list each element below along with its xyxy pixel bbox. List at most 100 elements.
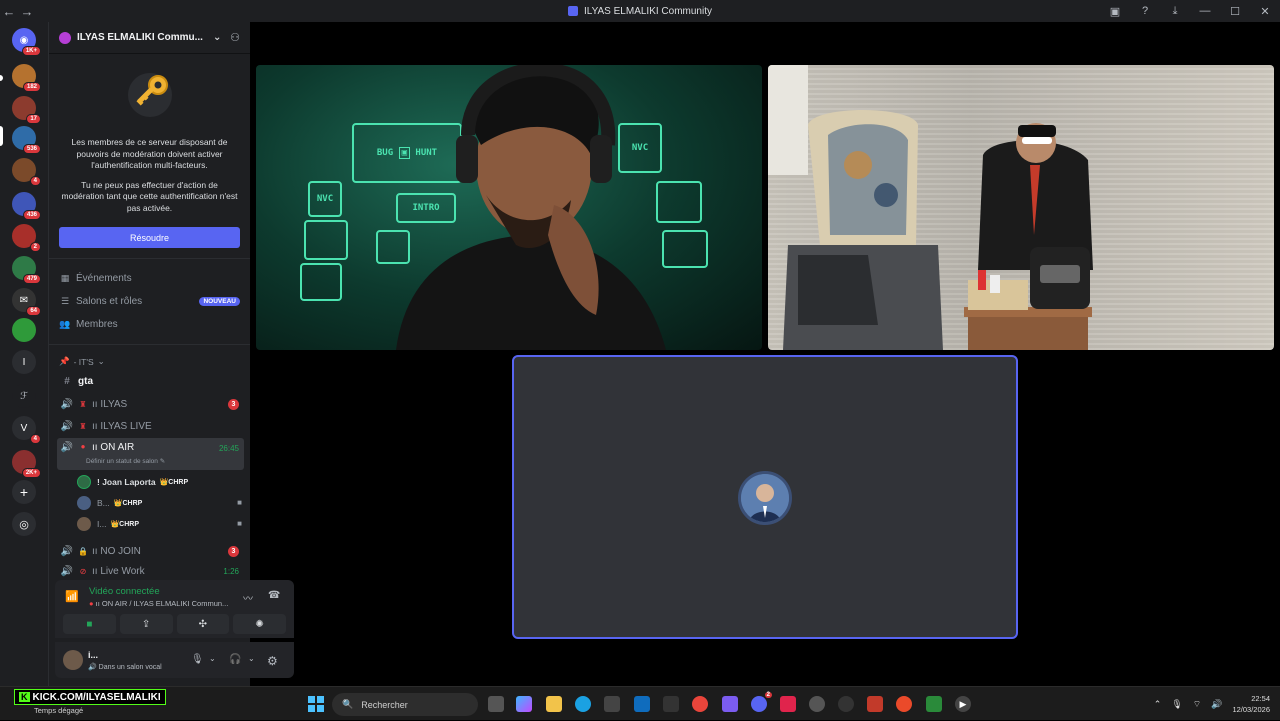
channel-no-join[interactable]: 🔊 🔒 ıı NO JOIN 3: [57, 541, 244, 561]
voice-location[interactable]: ● ıı ON AIR / ILYAS ELMALIKI Commun...: [89, 599, 228, 608]
discover-icon[interactable]: ◎: [12, 512, 36, 536]
channel-ilyas[interactable]: 🔊 ♜ ıı ILYAS 3: [57, 394, 244, 414]
taskbar-search[interactable]: 🔍 Rechercher: [332, 693, 478, 716]
settings-gear-icon[interactable]: ⚙: [267, 654, 278, 668]
channels-roles-link[interactable]: ☰ Salons et rôles NOUVEAU: [59, 292, 240, 310]
app-icon[interactable]: [896, 696, 912, 712]
server-item[interactable]: [12, 318, 36, 342]
voice-member[interactable]: ! Joan Laporta 👑CHRP: [77, 472, 242, 491]
edge-icon[interactable]: [575, 696, 591, 712]
direct-messages-icon[interactable]: ◉ 1K+: [12, 28, 41, 56]
weather-widget[interactable]: Temps dégagé: [34, 706, 83, 715]
set-channel-status[interactable]: Définir un statut de salon ✎: [86, 457, 165, 465]
invite-member-icon[interactable]: ⚇: [230, 31, 240, 44]
title-bar: ← → ILYAS ELMALIKI Community ▣ ? ⤓ — ☐ ✕: [0, 0, 1280, 22]
microphone-icon[interactable]: 🎙: [1171, 699, 1182, 710]
server-item[interactable]: 436: [12, 192, 41, 220]
video-tile-streamer[interactable]: BUG ▣ HUNT NVC INTRO NVC: [256, 65, 762, 350]
server-item[interactable]: 536: [12, 126, 41, 154]
channel-name: ON AIR: [100, 442, 135, 453]
avatar: [77, 495, 91, 510]
chevron-down-icon[interactable]: ⌄: [248, 654, 255, 663]
server-item[interactable]: 2: [12, 224, 41, 252]
app-icon[interactable]: [838, 696, 854, 712]
volume-icon[interactable]: 🔊: [1211, 699, 1222, 710]
inbox-icon[interactable]: ▣: [1100, 5, 1130, 18]
download-icon[interactable]: ⤓: [1160, 5, 1190, 18]
headphones-icon[interactable]: 🎧: [229, 654, 241, 665]
channel-live-work[interactable]: 🔊 ⊘ ıı Live Work 1:26: [57, 564, 244, 578]
help-icon[interactable]: ?: [1130, 5, 1160, 17]
role-tag-text: CHRP: [119, 520, 140, 528]
disconnect-icon[interactable]: ☎: [268, 590, 280, 601]
server-item-v[interactable]: V4: [12, 416, 41, 444]
voice-member[interactable]: I... 👑CHRP ■: [77, 514, 242, 533]
close-button[interactable]: ✕: [1250, 5, 1280, 18]
app-icon[interactable]: [809, 696, 825, 712]
task-view-icon[interactable]: [488, 696, 504, 712]
channel-ilyas-live[interactable]: 🔊 ♜ ıı ILYAS LIVE: [57, 416, 244, 436]
app-icon[interactable]: [926, 696, 942, 712]
server-item[interactable]: 182: [12, 64, 41, 92]
category-header[interactable]: 📌 - IT'S ⌄: [59, 356, 105, 367]
outlook-icon[interactable]: [634, 696, 650, 712]
video-tile-room[interactable]: [768, 65, 1274, 350]
app-icon[interactable]: [663, 696, 679, 712]
resolve-button[interactable]: Résoudre: [59, 227, 240, 248]
camera-button[interactable]: ■: [63, 614, 116, 634]
members-label: Membres: [76, 318, 118, 330]
events-link[interactable]: ▦ Événements: [59, 269, 240, 287]
unread-badge: 2: [29, 242, 41, 252]
voice-member[interactable]: B... 👑CHRP ■: [77, 493, 242, 512]
chevron-up-icon[interactable]: ⌃: [1154, 699, 1162, 710]
minimize-button[interactable]: —: [1190, 5, 1220, 17]
activities-button[interactable]: ✣: [176, 614, 230, 634]
window-title-text: ILYAS ELMALIKI Community: [583, 5, 712, 17]
copilot-icon[interactable]: [516, 696, 532, 712]
channel-status-text: Définir un statut de salon: [86, 458, 158, 465]
store-icon[interactable]: [604, 696, 620, 712]
clock[interactable]: 22:54 12/03/2026: [1232, 693, 1270, 715]
file-explorer-icon[interactable]: [546, 696, 562, 712]
server-header[interactable]: ILYAS ELMALIKI Commu... ⌄ ⚇: [49, 22, 250, 54]
server-item[interactable]: ℱ: [12, 384, 36, 408]
chrome-icon[interactable]: [692, 696, 708, 712]
room-scene: [783, 110, 1093, 350]
server-item[interactable]: 2K+: [12, 450, 41, 478]
mention-count-badge: 3: [228, 398, 239, 410]
mention-count-badge: 3: [228, 545, 239, 557]
username: i...: [88, 650, 99, 660]
soundboard-button[interactable]: ✺: [233, 614, 286, 634]
server-item-i[interactable]: I: [12, 350, 36, 374]
chevron-down-icon[interactable]: ⌄: [209, 654, 216, 663]
app-icon[interactable]: [780, 696, 796, 712]
neon-monitor: [300, 263, 342, 301]
server-item[interactable]: 4: [12, 158, 41, 186]
chevron-down-icon: ⌄: [97, 356, 105, 366]
maximize-button[interactable]: ☐: [1220, 5, 1250, 18]
start-button[interactable]: [308, 696, 324, 712]
unread-badge: 4: [29, 434, 41, 444]
server-item[interactable]: 479: [12, 256, 41, 284]
channel-on-air[interactable]: 🔊 ● ıı ON AIR 26:45 Définir un statut de sal…: [57, 438, 244, 470]
add-server-icon[interactable]: +: [12, 480, 36, 504]
network-icon[interactable]: ⌔: [1193, 699, 1201, 710]
discord-icon[interactable]: 2: [751, 692, 772, 712]
video-tile-camera-off[interactable]: [512, 355, 1018, 639]
speaker-icon: 🔊: [60, 545, 74, 557]
members-link[interactable]: 👥 Membres: [59, 315, 240, 333]
game-controller-icon[interactable]: [722, 696, 738, 712]
app-icon[interactable]: [867, 696, 883, 712]
channel-gta[interactable]: # gta: [57, 371, 244, 391]
server-item[interactable]: ✉ 64: [12, 288, 41, 316]
server-item[interactable]: 17: [12, 96, 41, 124]
speaker-icon: 🔊: [60, 442, 74, 453]
microphone-icon[interactable]: 🎙: [191, 654, 204, 665]
lock-icon: 🔒: [78, 546, 88, 556]
avatar[interactable]: [63, 650, 83, 670]
screen-share-button[interactable]: ⇪: [119, 614, 173, 634]
key-icon: [122, 65, 178, 121]
media-player-icon[interactable]: ▶: [955, 696, 971, 712]
noise-suppression-icon[interactable]: 〰: [243, 590, 253, 605]
notification-badge: 2: [764, 692, 772, 698]
